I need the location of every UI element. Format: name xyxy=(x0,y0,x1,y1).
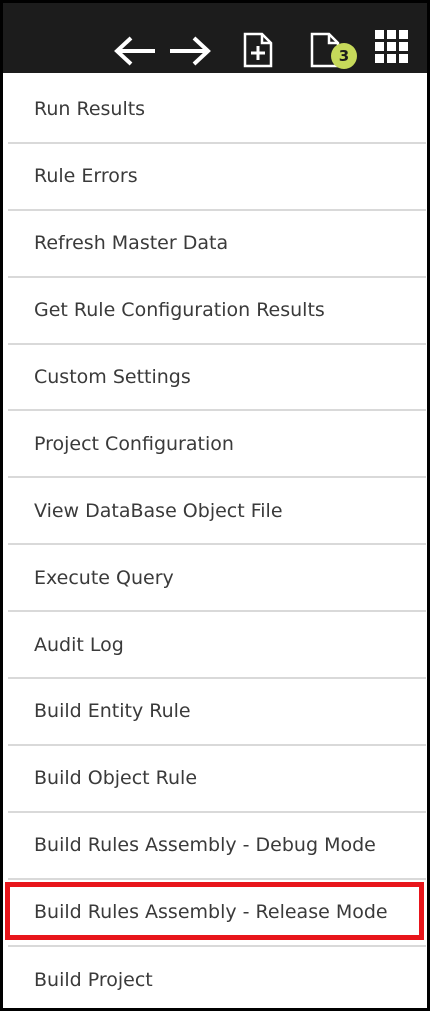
menu-item-build-entity-rule[interactable]: Build Entity Rule xyxy=(8,679,426,746)
menu-item-label: Execute Query xyxy=(34,566,174,589)
menu-item-build-rules-assembly-release[interactable]: Build Rules Assembly - Release Mode xyxy=(5,880,426,947)
menu-item-build-rules-assembly-debug[interactable]: Build Rules Assembly - Debug Mode xyxy=(8,813,426,880)
menu-item-label: Audit Log xyxy=(34,633,124,656)
menu-item-build-project[interactable]: Build Project xyxy=(8,947,426,1008)
menu-item-label: Rule Errors xyxy=(34,165,138,188)
menu-item-label: Refresh Master Data xyxy=(34,232,229,255)
menu-item-label: Build Entity Rule xyxy=(34,700,191,723)
menu-item-run-results[interactable]: Run Results xyxy=(8,77,426,144)
menu-item-custom-settings[interactable]: Custom Settings xyxy=(8,345,426,412)
actions-menu: Run Results Rule Errors Refresh Master D… xyxy=(5,77,426,1008)
menu-item-view-database-object-file[interactable]: View DataBase Object File xyxy=(8,478,426,546)
menu-item-refresh-master-data[interactable]: Refresh Master Data xyxy=(8,211,426,278)
menu-item-project-configuration[interactable]: Project Configuration xyxy=(8,411,426,479)
arrow-left-icon[interactable] xyxy=(113,35,157,67)
menu-item-label: Build Project xyxy=(34,969,153,992)
menu-item-build-object-rule[interactable]: Build Object Rule xyxy=(8,746,426,813)
grid-menu-icon[interactable] xyxy=(375,30,409,64)
menu-item-label: Build Rules Assembly - Release Mode xyxy=(34,901,388,924)
menu-item-label: Project Configuration xyxy=(34,432,234,455)
menu-item-label: View DataBase Object File xyxy=(34,499,283,522)
arrow-right-icon[interactable] xyxy=(168,35,212,67)
menu-item-label: Custom Settings xyxy=(34,366,191,388)
menu-item-get-rule-configuration-results[interactable]: Get Rule Configuration Results xyxy=(8,278,426,345)
menu-item-label: Build Rules Assembly - Debug Mode xyxy=(34,834,376,857)
top-toolbar: 3 xyxy=(3,3,427,73)
menu-item-label: Run Results xyxy=(34,98,146,121)
menu-panel: 3 Run Results Rule Errors Refresh Master… xyxy=(0,0,430,1011)
documents-count-badge: 3 xyxy=(331,43,357,69)
new-document-icon[interactable] xyxy=(242,32,274,68)
menu-item-execute-query[interactable]: Execute Query xyxy=(8,545,426,613)
menu-item-label: Build Object Rule xyxy=(34,767,198,790)
menu-item-audit-log[interactable]: Audit Log xyxy=(8,612,426,680)
menu-item-rule-errors[interactable]: Rule Errors xyxy=(8,144,426,211)
menu-item-label: Get Rule Configuration Results xyxy=(34,299,325,322)
